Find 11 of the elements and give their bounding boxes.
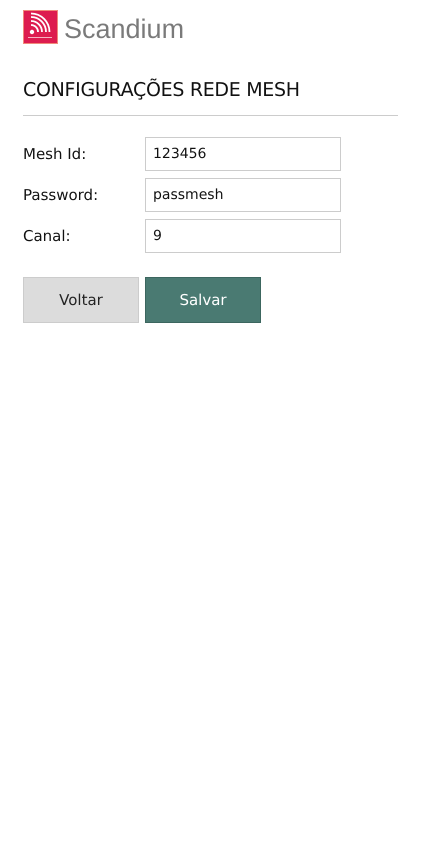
wifi-logo-icon bbox=[23, 10, 58, 44]
input-field[interactable]: 9 bbox=[145, 219, 341, 253]
save-button[interactable]: Salvar bbox=[145, 277, 261, 323]
brand-name: Scandium bbox=[64, 14, 184, 44]
page-title: CONFIGURAÇÕES REDE MESH bbox=[23, 78, 301, 102]
field-label: Password: bbox=[23, 186, 100, 204]
input-field[interactable]: 123456 bbox=[145, 137, 341, 171]
field-label: Canal: bbox=[23, 227, 72, 245]
back-button[interactable]: Voltar bbox=[23, 277, 139, 323]
field-label: Mesh Id: bbox=[23, 145, 88, 163]
input-field[interactable]: passmesh bbox=[145, 178, 341, 212]
